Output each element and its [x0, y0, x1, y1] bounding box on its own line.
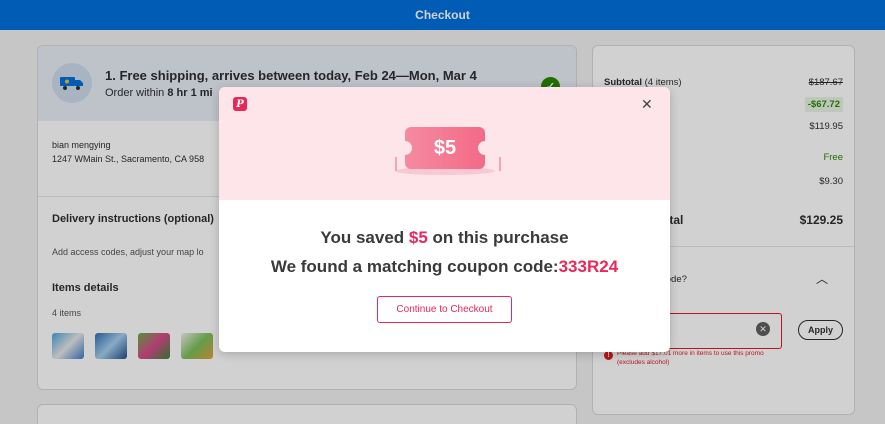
brand-logo-icon: P — [233, 97, 247, 111]
saved-message: You saved $5 on this purchase — [320, 228, 569, 247]
coupon-found-message: We found a matching coupon code:333R24 — [270, 257, 619, 276]
coupon-code: 333R24 — [558, 257, 619, 276]
sprig-icon — [499, 157, 501, 171]
close-icon[interactable]: ✕ — [641, 97, 653, 111]
coupon-modal: P ✕ $5 You saved $5 on this purchase We … — [219, 87, 670, 352]
sprig-icon — [395, 157, 397, 171]
coupon-ticket-icon: $5 — [398, 127, 492, 169]
modal-header: P ✕ $5 — [219, 87, 670, 200]
continue-to-checkout-button[interactable]: Continue to Checkout — [377, 296, 512, 323]
